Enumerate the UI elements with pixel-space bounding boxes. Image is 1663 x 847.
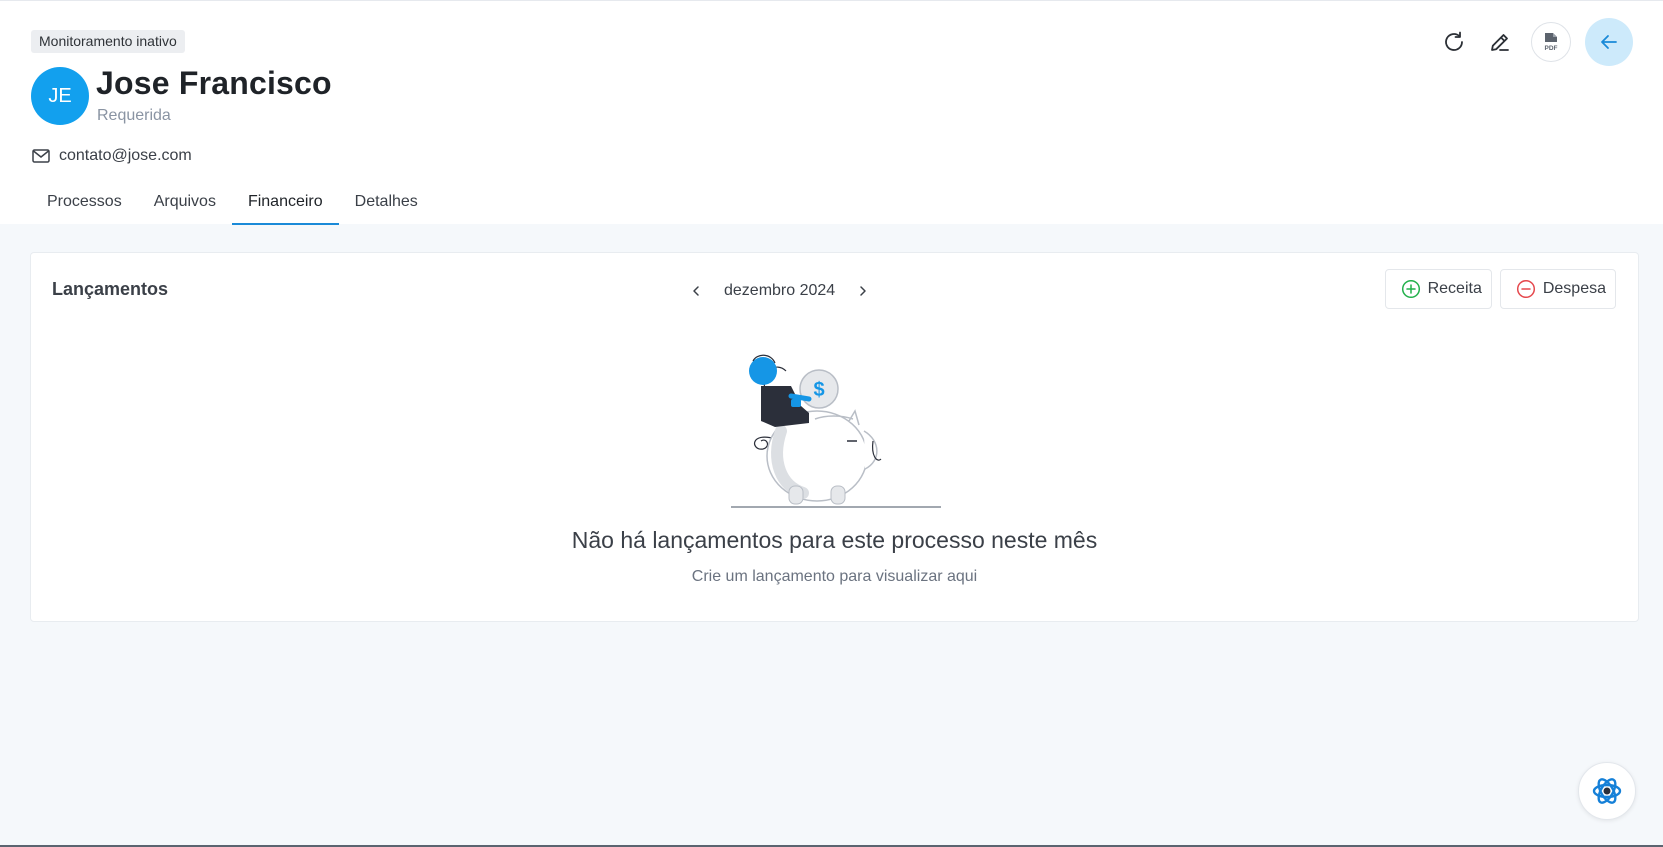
plus-circle-icon	[1401, 279, 1420, 299]
avatar-initials: JE	[48, 84, 72, 107]
entry-actions: Receita Despesa	[1384, 269, 1616, 309]
empty-state-title: Não há lançamentos para este processo ne…	[571, 527, 1098, 553]
chevron-right-icon	[860, 286, 866, 296]
status-badge: Monitoramento inativo	[31, 30, 185, 53]
tab-financeiro[interactable]: Financeiro	[231, 185, 339, 225]
entries-card: Lançamentos dezembro 2024 Receita Despes…	[30, 252, 1639, 622]
piggy-bank-illustration: $	[731, 354, 941, 508]
header-actions: PDF	[1435, 18, 1633, 66]
minus-circle-icon	[1516, 279, 1535, 299]
income-label: Receita	[1427, 280, 1482, 297]
tab-bar: Processos Arquivos Financeiro Detalhes	[31, 185, 434, 225]
mail-icon	[32, 149, 50, 163]
person-name: Jose Francisco	[96, 65, 332, 101]
email-text[interactable]: contato@jose.com	[59, 147, 192, 165]
pdf-export-button[interactable]: PDF	[1531, 22, 1571, 62]
prev-month-button[interactable]	[686, 281, 706, 301]
next-month-button[interactable]	[853, 281, 873, 301]
arrow-left-icon	[1601, 35, 1617, 49]
refresh-button[interactable]	[1435, 23, 1473, 61]
back-button[interactable]	[1585, 18, 1633, 66]
tab-label: Processos	[47, 193, 122, 210]
assistant-icon	[1592, 778, 1622, 804]
profile-header: Monitoramento inativo JE Jose Francisco …	[0, 0, 1663, 225]
edit-icon	[1491, 34, 1509, 51]
card-title: Lançamentos	[52, 279, 169, 299]
assistant-button[interactable]	[1578, 762, 1636, 820]
tab-arquivos[interactable]: Arquivos	[138, 185, 232, 225]
avatar: JE	[31, 67, 89, 125]
edit-button[interactable]	[1481, 23, 1519, 61]
tab-label: Detalhes	[354, 193, 418, 210]
add-income-button[interactable]: Receita	[1384, 269, 1492, 309]
pdf-label: PDF	[1545, 45, 1558, 52]
expense-label: Despesa	[1542, 280, 1606, 297]
tab-label: Arquivos	[153, 193, 216, 210]
email-row: contato@jose.com	[32, 146, 192, 166]
tab-processos[interactable]: Processos	[31, 185, 138, 225]
add-expense-button[interactable]: Despesa	[1499, 269, 1616, 309]
month-navigator: dezembro 2024	[686, 279, 873, 303]
empty-state-subtitle: Crie um lançamento para visualizar aqui	[691, 568, 978, 585]
pdf-icon: PDF	[1545, 33, 1558, 52]
current-month: dezembro 2024	[724, 282, 836, 299]
tab-detalhes[interactable]: Detalhes	[339, 185, 434, 225]
person-role: Requerida	[97, 107, 171, 124]
refresh-icon	[1445, 31, 1463, 51]
chevron-left-icon	[693, 286, 699, 296]
tab-label: Financeiro	[247, 193, 323, 210]
coin-symbol: $	[813, 379, 824, 401]
